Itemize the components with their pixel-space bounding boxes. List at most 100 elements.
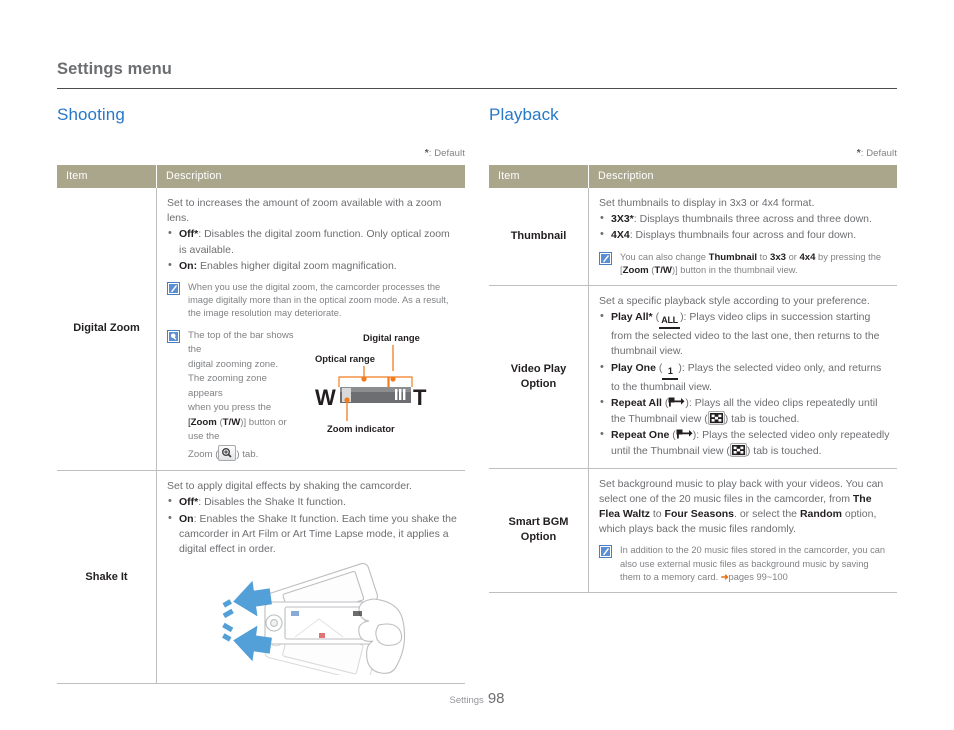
page-footer: Settings 98 [0,690,954,708]
default-legend-left: *: Default [57,148,465,159]
zoom-tab-magnifier-icon[interactable] [218,444,237,461]
list-item: Play One (1): Plays the selected video o… [599,360,891,395]
column-header-description: Description [156,165,465,188]
section-title-shooting: Shooting [57,105,125,124]
tip-line-1: The top of the bar shows the [188,329,294,356]
repeat-one-icon [676,429,693,440]
bullet-list: Play All* (ALL): Plays video clips in su… [599,309,891,459]
note-bold-tw: T/W [654,264,672,276]
tip-tab-prefix: Zoom ( [188,448,219,460]
lead-text: Set to apply digital effects by shaking … [167,480,412,493]
play-all-icon: ALL [659,315,681,330]
bullet-icon-close: ): [692,429,703,442]
lead-text: Set thumbnails to display in 3x3 or 4x4 … [599,197,815,209]
column-playback: Playback *: Default Item Description Thu… [489,105,897,594]
thumbnail-view-icon[interactable] [707,411,725,426]
label-zoom-indicator: Zoom indicator [327,423,395,434]
list-item: Repeat All (): Plays all the video clips… [599,395,891,427]
note-part-1: You can also change [620,251,709,262]
column-shooting: Shooting *: Default Item Description Dig… [57,105,465,685]
default-legend-right-text: : Default [860,148,897,159]
tip-box-zoom: The top of the bar shows the digital zoo… [167,329,459,463]
note-bold-zoom: Zoom [622,264,649,276]
note-text: When you use the digital zoom, the camco… [188,282,449,319]
list-item: Play All* (ALL): Plays video clips in su… [599,309,891,359]
lead-bold-random: Random [799,508,842,521]
row-description-thumbnail: Set thumbnails to display in 3x3 or 4x4 … [588,188,897,287]
bullet-term: Play All* [611,311,653,324]
row-description-shake-it: Set to apply digital effects by shaking … [156,470,465,685]
magnifier-note-icon [167,329,180,343]
note-box: You can also change Thumbnail to 3x3 or … [599,251,891,277]
list-item: On: Enables higher digital zoom magnific… [167,258,459,274]
list-item: On: Enables the Shake It function. Each … [167,511,459,558]
row-item-video-play-option: Video Play Option [489,285,589,469]
tip-text: The top of the bar shows the digital zoo… [188,329,301,463]
bullet-term: Play One [611,361,656,374]
default-legend-left-text: : Default [428,148,465,159]
bullet-term: Off* [179,228,199,241]
bullet-term: On [179,512,194,525]
header-divider [57,88,897,89]
bullet-text: Enables higher digital zoom magnificatio… [200,259,397,272]
note-pen-icon [599,251,612,265]
tip-line-4: when you press the [188,402,272,414]
label-wide: W [315,385,336,410]
thumbnail-view-icon[interactable] [729,443,747,458]
note-text: In addition to the 20 music files stored… [620,544,891,584]
tip-line-3: The zooming zone appears [188,373,267,399]
list-item: 4X4: Displays thumbnails four across and… [599,227,891,243]
note-page-ref: pages 99~100 [728,571,788,582]
list-item: Off*: Disables the digital zoom function… [167,226,459,257]
label-optical-range: Optical range [315,353,375,364]
list-item: Repeat One (): Plays the selected video … [599,427,891,459]
lead-bold-four-seasons: Four Seasons [664,508,734,521]
lead-part-2: to [649,508,665,521]
table-row: Thumbnail Set thumbnails to display in 3… [489,188,897,287]
row-item-shake-it: Shake It [57,470,157,685]
footer-label: Settings [449,695,484,706]
row-item-smart-bgm-option: Smart BGM Option [489,468,589,594]
shake-it-illustration [167,563,459,682]
lead-text: Set a specific playback style according … [599,295,870,308]
bullet-text: Disables the Shake It function. [204,496,346,509]
label-tele: T [413,385,427,410]
row-description-digital-zoom: Set to increases the amount of zoom avai… [156,188,465,472]
note-bold-thumbnail: Thumbnail [708,251,758,263]
bullet-icon-close: ): [678,361,688,374]
list-item: Off*: Disables the Shake It function. [167,494,459,510]
note-part-3: or [786,251,800,262]
bullet-text-2: ) tab is touched. [746,445,822,458]
table-header-row: Item Description [489,165,897,188]
lead-part-3: . or select the [733,508,800,521]
document-page: Settings menu Shooting *: Default Item D… [0,0,954,730]
bullet-term: 4X4 [611,229,630,242]
play-one-icon: 1 [662,366,679,380]
bullet-term: 3X3* [611,213,634,226]
table-row: Video Play Option Set a specific playbac… [489,285,897,469]
bullet-list: Off*: Disables the Shake It function. On… [167,494,459,558]
lead-part-1: Set background music to play back with y… [599,477,884,505]
column-header-item: Item [57,165,157,188]
note-bold-4x4: 4x4 [799,251,816,263]
note-part-2: to [757,251,770,262]
page-arrow-icon: ➜ [720,571,729,582]
bullet-icon-close: ): [685,396,695,409]
repeat-all-icon [668,397,685,408]
tip-zoom-label: Zoom [190,416,217,428]
table-row: Shake It Set to apply digital effects by… [57,470,465,685]
bullet-text-2: ) tab is touched. [724,413,800,426]
shooting-table: Item Description Digital Zoom Set to inc… [57,165,465,685]
note-pen-icon [167,282,180,296]
bullet-icon-close: ): [680,311,690,324]
bullet-term: Repeat One [611,429,670,442]
list-item: 3X3*: Displays thumbnails three across a… [599,211,891,227]
column-header-item: Item [489,165,589,188]
row-description-video-play-option: Set a specific playback style according … [588,285,897,469]
bullet-text: Displays thumbnails three across and thr… [639,213,872,226]
note-box: In addition to the 20 music files stored… [599,544,891,584]
row-item-digital-zoom: Digital Zoom [57,188,157,472]
tip-zoom-tw: T/W [222,416,241,428]
note-pen-icon [599,545,612,559]
default-legend-right: *: Default [489,148,897,159]
